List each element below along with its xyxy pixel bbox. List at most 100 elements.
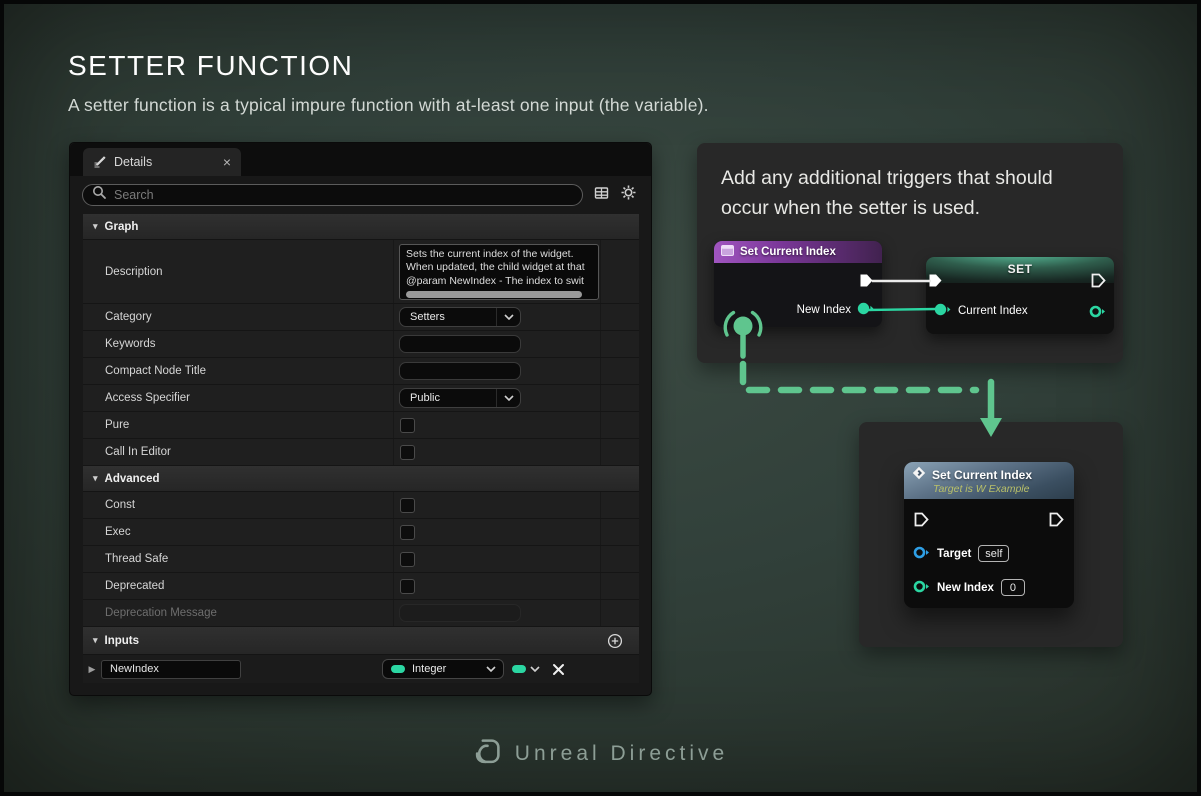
new-index-pin-label: New Index (937, 582, 994, 594)
row-pure: Pure (83, 412, 639, 439)
deprecation-message-label: Deprecation Message (83, 600, 393, 626)
category-dropdown[interactable]: Setters (399, 307, 521, 327)
section-advanced-label: Advanced (105, 473, 160, 485)
exec-output-pin[interactable] (1091, 273, 1106, 293)
collapse-arrow-icon: ▾ (93, 473, 98, 484)
collapse-arrow-icon: ▾ (93, 635, 98, 646)
unreal-directive-logo-icon (473, 737, 502, 771)
new-index-output-pin[interactable] (857, 302, 874, 318)
deprecated-checkbox[interactable] (400, 579, 415, 594)
section-inputs[interactable]: ▾ Inputs (83, 627, 639, 655)
description-line: Sets the current index of the widget. (406, 248, 598, 262)
section-graph-label: Graph (105, 221, 139, 233)
settings-gear-icon[interactable] (620, 184, 637, 206)
new-index-value-field[interactable]: 0 (1001, 579, 1025, 596)
collapse-arrow-icon: ▾ (93, 221, 98, 232)
search-icon (92, 185, 107, 205)
keywords-field[interactable] (399, 335, 521, 353)
access-specifier-value: Public (400, 392, 496, 404)
function-diamond-icon (912, 466, 926, 483)
container-type-dropdown[interactable] (512, 665, 540, 673)
variable-set-node[interactable]: SET Current Index (926, 257, 1114, 334)
search-input[interactable] (82, 184, 583, 206)
description-scrollbar[interactable] (406, 291, 582, 298)
target-input-pin[interactable] (913, 546, 930, 562)
new-index-pin-label: New Index (797, 304, 851, 316)
target-pin-label: Target (937, 548, 971, 560)
row-const: Const (83, 492, 639, 519)
exec-input-pin[interactable] (914, 512, 929, 532)
exec-output-pin[interactable] (1049, 512, 1064, 532)
compact-node-title-field[interactable] (399, 362, 521, 380)
close-icon[interactable]: × (223, 155, 231, 169)
deprecated-label: Deprecated (83, 573, 393, 599)
add-input-button[interactable] (607, 633, 623, 649)
row-deprecated: Deprecated (83, 573, 639, 600)
section-inputs-label: Inputs (105, 635, 140, 647)
input-name-field[interactable] (101, 660, 241, 679)
call-in-editor-checkbox[interactable] (400, 445, 415, 460)
input-type-dropdown[interactable]: Integer (382, 659, 504, 679)
chevron-down-icon (496, 389, 520, 407)
target-value-field[interactable]: self (978, 545, 1009, 562)
page-title: SETTER FUNCTION (68, 50, 353, 82)
row-keywords: Keywords (83, 331, 639, 358)
row-thread-safe: Thread Safe (83, 546, 639, 573)
chevron-down-icon (479, 666, 503, 672)
entry-node-title: Set Current Index (740, 246, 836, 258)
view-options-icon[interactable] (593, 185, 610, 206)
access-specifier-dropdown[interactable]: Public (399, 388, 521, 408)
exec-output-pin[interactable] (859, 273, 874, 293)
row-access-specifier: Access Specifier Public (83, 385, 639, 412)
row-input-newindex: ▶ Integer (83, 655, 639, 683)
current-index-input-pin[interactable] (934, 303, 951, 319)
description-line: When updated, the child widget at that (406, 261, 598, 275)
function-entry-node[interactable]: Set Current Index New Index (714, 241, 882, 327)
tab-strip: Details × (70, 143, 651, 176)
pencil-icon (93, 154, 107, 171)
call-node-subtitle: Target is W Example (933, 483, 1066, 495)
pure-checkbox[interactable] (400, 418, 415, 433)
chevron-down-icon (496, 308, 520, 326)
keywords-label: Keywords (83, 331, 393, 357)
call-node-title: Set Current Index (932, 468, 1032, 482)
const-label: Const (83, 492, 393, 518)
const-checkbox[interactable] (400, 498, 415, 513)
search-field[interactable] (114, 188, 578, 202)
description-label: Description (83, 240, 393, 303)
remove-input-button[interactable] (552, 663, 565, 676)
access-specifier-label: Access Specifier (83, 385, 393, 411)
exec-label: Exec (83, 519, 393, 545)
row-compact-node-title: Compact Node Title (83, 358, 639, 385)
row-description: Description Sets the current index of th… (83, 240, 639, 304)
input-type-value: Integer (412, 663, 446, 675)
thread-safe-checkbox[interactable] (400, 552, 415, 567)
current-index-output-pin[interactable] (1089, 305, 1106, 323)
row-deprecation-message: Deprecation Message (83, 600, 639, 627)
instruction-text: Add any additional triggers that should … (721, 163, 1103, 223)
tab-details[interactable]: Details × (83, 148, 241, 176)
details-rows: ▾ Graph Description Sets the current ind… (83, 214, 639, 683)
details-panel: Details × ▾ Graph (69, 142, 652, 696)
thread-safe-label: Thread Safe (83, 546, 393, 572)
exec-checkbox[interactable] (400, 525, 415, 540)
expand-row-icon[interactable]: ▶ (83, 664, 101, 675)
row-category: Category Setters (83, 304, 639, 331)
section-graph[interactable]: ▾ Graph (83, 214, 639, 240)
section-advanced[interactable]: ▾ Advanced (83, 466, 639, 492)
exec-input-pin[interactable] (928, 273, 943, 293)
description-field[interactable]: Sets the current index of the widget. Wh… (399, 244, 599, 300)
set-node-title: SET (926, 257, 1114, 283)
compact-node-title-label: Compact Node Title (83, 358, 393, 384)
set-current-index-call-node[interactable]: Set Current Index Target is W Example Ta… (904, 462, 1074, 608)
call-in-editor-label: Call In Editor (83, 439, 393, 465)
tab-details-label: Details (114, 155, 152, 169)
search-row (70, 176, 651, 214)
widget-icon (721, 245, 734, 259)
integer-type-pill-icon (391, 665, 405, 673)
dashed-guide-line (743, 364, 976, 390)
description-line: @param NewIndex - The index to swit (406, 275, 598, 289)
pure-label: Pure (83, 412, 393, 438)
new-index-input-pin[interactable] (913, 580, 930, 596)
row-call-in-editor: Call In Editor (83, 439, 639, 466)
